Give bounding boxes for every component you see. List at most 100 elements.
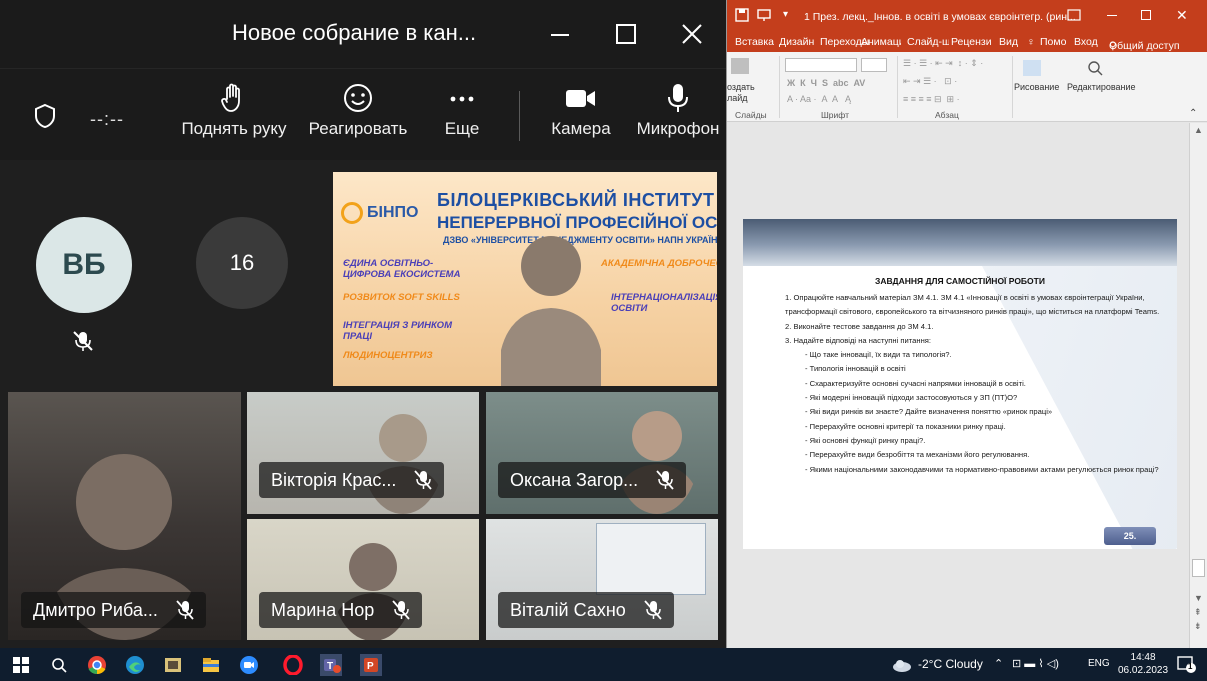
new-slide-label-2[interactable]: лайд: [727, 93, 748, 103]
react-label: Реагировать: [308, 119, 408, 138]
banner-tag-internationalization: ІНТЕРНАЦІОНАЛІЗАЦІЯ ОСВІТИ: [611, 292, 717, 314]
ppt-minimize-button[interactable]: [1107, 15, 1117, 16]
alignment-buttons[interactable]: ⇤ ⇥ ☰ · ⊡ ·: [903, 76, 957, 87]
tab-review[interactable]: Рецензир: [951, 36, 991, 48]
camera-label: Камера: [551, 119, 611, 138]
ppt-maximize-button[interactable]: [1141, 10, 1151, 20]
featured-video-tile[interactable]: БІНПО БІЛОЦЕРКІВСЬКИЙ ІНСТИТУТ НЕПЕРЕРВН…: [333, 172, 717, 386]
tab-animations[interactable]: Анимации: [861, 36, 901, 48]
windows-start-icon[interactable]: [10, 654, 32, 676]
ppt-close-button[interactable]: ✕: [1176, 7, 1188, 24]
edge-icon[interactable]: [124, 654, 146, 676]
font-name-box[interactable]: [785, 58, 857, 72]
show-hidden-icons[interactable]: ⌃: [994, 657, 1003, 670]
drawing-button[interactable]: Рисование: [1014, 82, 1059, 92]
sign-in-link[interactable]: Вход: [1074, 36, 1098, 48]
justify-buttons[interactable]: ≡ ≡ ≡ ≡ ⊟ ⊞ ·: [903, 94, 960, 105]
font-size-box[interactable]: [861, 58, 887, 72]
shield-icon: [34, 103, 56, 134]
weather-widget[interactable]: -2°C Cloudy: [918, 657, 983, 671]
muted-mic-icon: [414, 470, 433, 490]
tab-slideshow[interactable]: Слайд-шо: [907, 36, 949, 48]
meeting-timer: --:--: [90, 109, 124, 129]
more-participants-count[interactable]: 16: [196, 217, 288, 309]
list-buttons[interactable]: ☰ · ☰ · ⇤ ⇥ ↕ · ⇕ ·: [903, 58, 983, 69]
muted-mic-icon: [72, 330, 94, 357]
input-language[interactable]: ENG: [1088, 658, 1110, 669]
muted-mic-icon: [176, 600, 194, 620]
camera-button[interactable]: Камера: [548, 83, 614, 139]
video-tile-vitalii[interactable]: Віталій Сахно: [486, 519, 718, 640]
save-icon[interactable]: [735, 8, 749, 25]
next-slide-icon: ⇟: [1194, 621, 1202, 631]
maximize-button[interactable]: [606, 14, 646, 54]
opera-icon[interactable]: [282, 654, 304, 676]
slide-header-band: [743, 219, 1177, 266]
video-tile-dmytro[interactable]: Дмитро Риба...: [8, 392, 241, 640]
tab-insert[interactable]: Вставка: [735, 36, 774, 48]
new-slide-icon[interactable]: [731, 58, 749, 74]
participant-name: Вікторія Крас...: [271, 469, 397, 490]
microphone-button[interactable]: Микрофон: [632, 83, 724, 139]
participant-name-bar: Вікторія Крас...: [259, 462, 445, 498]
photos-app-icon[interactable]: [162, 654, 184, 676]
cloud-icon[interactable]: [892, 658, 912, 677]
presenter-avatar-placeholder: [501, 236, 601, 386]
muted-mic-icon: [392, 600, 410, 620]
raise-hand-button[interactable]: Поднять руку: [178, 83, 290, 139]
banner-tag-human-centric: ЛЮДИНОЦЕНТРИЗМ: [343, 350, 433, 361]
video-tile-viktoriia[interactable]: Вікторія Крас...: [247, 392, 479, 514]
minimize-button[interactable]: [540, 14, 580, 54]
slide-question: - Схарактеризуйте основні сучасні напрям…: [805, 378, 1026, 388]
file-explorer-icon[interactable]: [200, 654, 222, 676]
editing-button[interactable]: Редактирование: [1067, 82, 1136, 92]
search-icon[interactable]: [48, 654, 70, 676]
participant-avatar-vb[interactable]: ВБ: [36, 217, 132, 313]
ppt-document-title: 1 През. лекц._Іннов. в освіті в умовах є…: [804, 11, 1076, 23]
powerpoint-window: ▾ 1 През. лекц._Іннов. в освіті в умовах…: [726, 0, 1207, 648]
quick-access-dropdown-icon[interactable]: ▾: [783, 9, 788, 20]
find-icon[interactable]: [1087, 60, 1103, 76]
notification-center-icon[interactable]: 1: [1176, 654, 1196, 674]
group-paragraph: Абзац: [935, 110, 959, 120]
tab-design[interactable]: Дизайн: [779, 36, 814, 48]
participant-name: Марина Нор: [271, 599, 375, 620]
bold-italic-underline[interactable]: Ж К Ч S abc AV: [787, 78, 865, 88]
powerpoint-app-icon[interactable]: P: [360, 654, 382, 676]
svg-text:P: P: [367, 661, 374, 672]
slide-question: - Що таке інновації, їх види та типологі…: [805, 350, 952, 360]
new-slide-label-1[interactable]: оздать: [727, 82, 755, 92]
clock-time: 14:48: [1130, 652, 1156, 663]
teams-meeting-window: Новое собрание в кан... --:-- Поднять ру…: [0, 0, 726, 648]
slide-page-number: 25.: [1104, 527, 1156, 545]
help-search[interactable]: Помо: [1040, 36, 1066, 48]
svg-text:T: T: [327, 661, 333, 672]
current-slide[interactable]: ЗАВДАННЯ ДЛЯ САМОСТІЙНОЇ РОБОТИ 1. Опрац…: [743, 219, 1177, 549]
lightbulb-icon[interactable]: ♀: [1027, 36, 1035, 48]
video-tile-maryna[interactable]: Марина Нор: [247, 519, 479, 640]
present-icon[interactable]: [757, 8, 771, 25]
video-tile-oksana[interactable]: Оксана Загор...: [486, 392, 718, 514]
collapse-ribbon-icon[interactable]: ⌃: [1189, 108, 1197, 119]
participant-name-bar: Оксана Загор...: [498, 462, 687, 498]
slide-question: - Перерахуйте основні критерії та показн…: [805, 421, 1006, 431]
tab-view[interactable]: Вид: [999, 36, 1018, 48]
slide-question: - Типологія інновацій в освіті: [805, 364, 906, 374]
close-button[interactable]: [672, 14, 712, 54]
slide-question: - Які основні функції ринку праці?.: [805, 435, 926, 445]
slide-item-3: 3. Надайте відповіді на наступні питання…: [785, 335, 931, 345]
ribbon-display-icon[interactable]: [1067, 9, 1081, 24]
font-color-row[interactable]: A · Aa · A A Ą: [787, 94, 851, 104]
teams-app-icon[interactable]: T: [320, 654, 342, 676]
chrome-icon[interactable]: [86, 654, 108, 676]
more-button[interactable]: Еще: [440, 83, 484, 139]
zoom-app-icon[interactable]: [238, 654, 260, 676]
ppt-title-bar: ▾ 1 През. лекц._Іннов. в освіті в умовах…: [727, 0, 1207, 32]
drawing-icon[interactable]: [1023, 60, 1041, 76]
windows-taskbar: T P -2°C Cloudy ⌃ ⊡ ▬ ⌇ ◁) ENG 14:48 06.…: [0, 648, 1207, 681]
vertical-scrollbar[interactable]: ▲ ▼ ⇞ ⇟: [1189, 123, 1207, 648]
tray-icons[interactable]: ⊡ ▬ ⌇ ◁): [1012, 657, 1059, 670]
system-clock[interactable]: 14:48 06.02.2023: [1118, 651, 1168, 677]
teams-title-bar: Новое собрание в кан...: [0, 0, 726, 68]
react-button[interactable]: Реагировать: [304, 83, 412, 139]
